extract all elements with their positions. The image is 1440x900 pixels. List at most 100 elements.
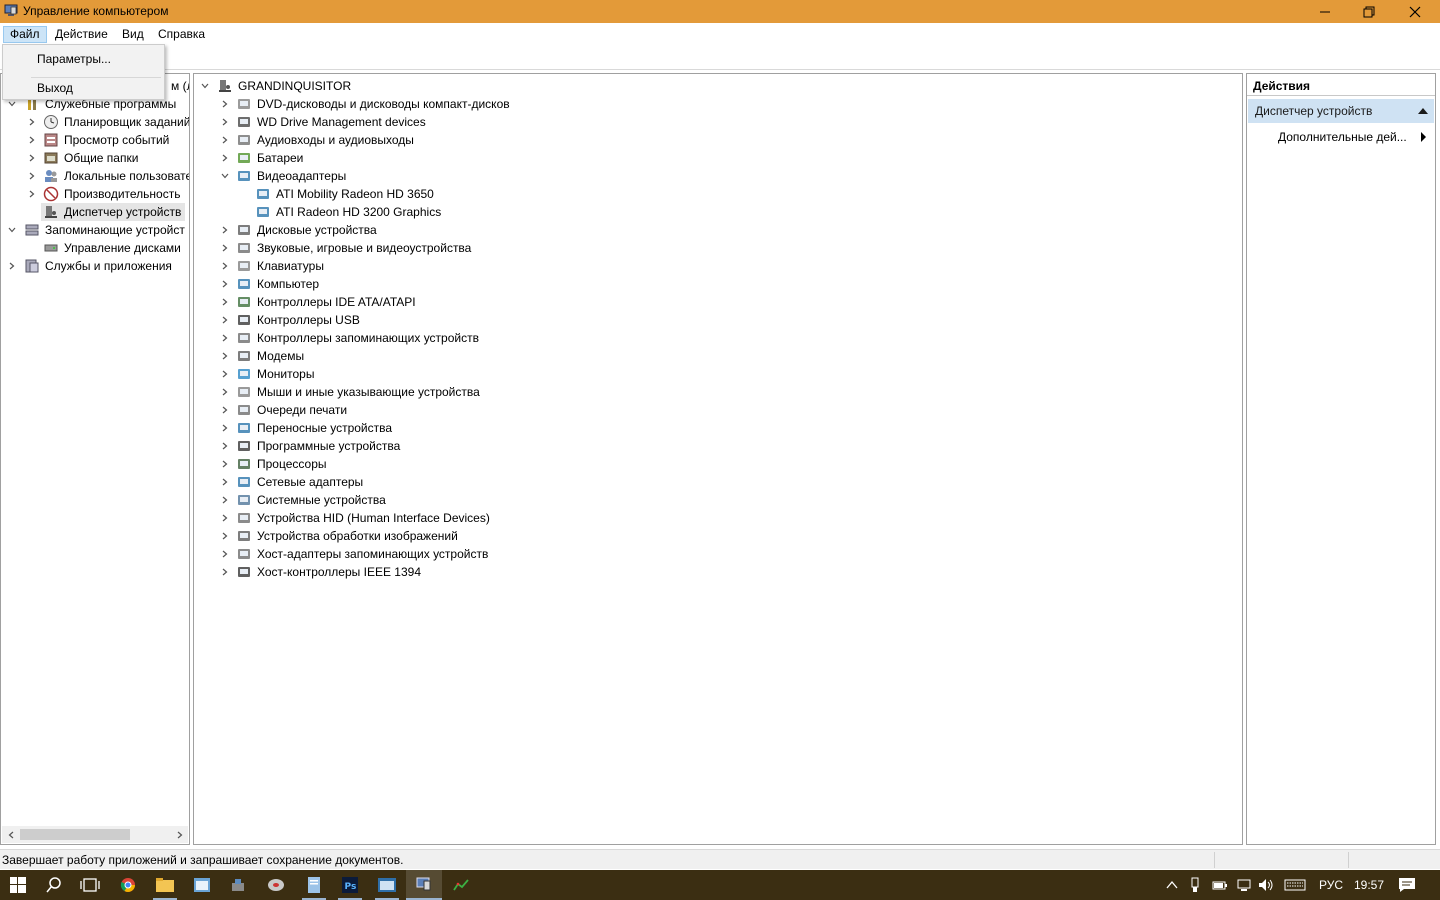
taskbar-computer-management[interactable] <box>406 870 442 900</box>
expand-toggle[interactable] <box>27 113 37 131</box>
expand-toggle[interactable] <box>220 383 230 401</box>
action-more-actions[interactable]: Дополнительные дей... <box>1278 128 1407 146</box>
menu-help[interactable]: Справка <box>152 26 211 43</box>
volume-tray-icon[interactable] <box>1258 878 1276 892</box>
expand-toggle[interactable] <box>27 131 37 149</box>
chart-app-icon <box>453 879 469 891</box>
taskbar-explorer[interactable] <box>147 870 183 900</box>
expand-toggle[interactable] <box>220 545 230 563</box>
expand-toggle[interactable] <box>220 437 230 455</box>
status-bar: Завершает работу приложений и запрашивае… <box>0 849 1440 869</box>
expand-toggle[interactable] <box>27 185 37 203</box>
performance-icon <box>43 186 59 202</box>
expand-toggle[interactable] <box>27 149 37 167</box>
tree-item-services-apps[interactable]: Службы и приложения <box>1 257 189 275</box>
chrome-icon <box>120 878 135 892</box>
minimize-button[interactable] <box>1302 0 1348 23</box>
printer-icon <box>238 405 250 415</box>
network-tray-icon[interactable] <box>1236 878 1254 892</box>
storage-icon <box>25 224 39 236</box>
expand-toggle[interactable] <box>220 149 230 167</box>
disc-app-icon <box>268 879 284 891</box>
search-button[interactable] <box>36 870 72 900</box>
restore-button[interactable] <box>1346 0 1392 23</box>
scroll-left-button[interactable] <box>2 826 19 843</box>
expand-toggle[interactable] <box>220 401 230 419</box>
menu-view[interactable]: Вид <box>116 26 150 43</box>
close-button[interactable] <box>1392 0 1438 23</box>
scroll-thumb[interactable] <box>20 829 130 840</box>
expand-toggle[interactable] <box>220 365 230 383</box>
taskbar-app-4[interactable] <box>296 870 332 900</box>
collapse-up-icon[interactable] <box>1418 108 1428 114</box>
expand-toggle[interactable] <box>200 77 210 95</box>
tree-item-disk-management[interactable]: Управление дисками <box>1 239 189 257</box>
usb-icon <box>238 315 250 325</box>
chevron-right-icon <box>222 424 228 432</box>
scroll-right-button[interactable] <box>171 826 188 843</box>
keyboard-tray-icon[interactable] <box>1284 878 1306 892</box>
start-button[interactable] <box>0 870 36 900</box>
taskbar-chrome[interactable] <box>110 870 146 900</box>
display-adapter-icon <box>257 207 269 217</box>
menu-item-options[interactable]: Параметры... <box>37 49 111 69</box>
tree-item-task-scheduler[interactable]: Планировщик заданий <box>1 113 189 131</box>
action-center-icon[interactable] <box>1398 877 1416 893</box>
tree-item-shared-folders[interactable]: Общие папки <box>1 149 189 167</box>
expand-toggle[interactable] <box>220 563 230 581</box>
expand-toggle[interactable] <box>220 275 230 293</box>
window-app-icon <box>194 878 210 892</box>
menu-file[interactable]: Файл <box>3 26 47 43</box>
device-label: Клавиатуры <box>257 259 324 273</box>
expand-toggle[interactable] <box>220 491 230 509</box>
menu-action[interactable]: Действие <box>49 26 114 43</box>
expand-toggle[interactable] <box>220 113 230 131</box>
shared-folder-icon <box>44 152 58 164</box>
tree-item-storage[interactable]: Запоминающие устройст <box>1 221 189 239</box>
expand-toggle[interactable] <box>7 257 17 275</box>
clock[interactable]: 19:57 <box>1354 878 1384 892</box>
actions-section-device-manager[interactable]: Диспетчер устройств <box>1248 99 1434 123</box>
taskbar-app-1[interactable] <box>184 870 220 900</box>
keyboard-icon <box>238 261 250 271</box>
taskbar-app-6[interactable] <box>443 870 479 900</box>
horizontal-scrollbar[interactable] <box>2 826 188 843</box>
expand-toggle[interactable] <box>220 455 230 473</box>
chevron-down-icon <box>8 101 16 107</box>
task-view-button[interactable] <box>72 870 108 900</box>
expand-toggle[interactable] <box>220 221 230 239</box>
modem-icon <box>238 351 250 361</box>
expand-toggle[interactable] <box>220 347 230 365</box>
expand-toggle[interactable] <box>220 167 230 185</box>
tree-item-local-users[interactable]: Локальные пользовате <box>1 167 189 185</box>
expand-toggle[interactable] <box>220 473 230 491</box>
taskbar-app-3[interactable] <box>258 870 294 900</box>
expand-toggle[interactable] <box>220 311 230 329</box>
network-adapter-icon <box>238 477 250 487</box>
expand-toggle[interactable] <box>7 221 17 239</box>
expand-toggle[interactable] <box>220 95 230 113</box>
expand-toggle[interactable] <box>220 527 230 545</box>
battery-tray-icon[interactable] <box>1212 878 1230 892</box>
tree-item-device-manager[interactable]: Диспетчер устройств <box>41 203 185 221</box>
device-label: Процессоры <box>257 457 327 471</box>
expand-toggle[interactable] <box>220 293 230 311</box>
expand-toggle[interactable] <box>220 239 230 257</box>
expand-toggle[interactable] <box>220 329 230 347</box>
usb-tray-icon[interactable] <box>1190 877 1200 893</box>
menu-item-exit[interactable]: Выход <box>37 78 73 98</box>
actions-section-label: Диспетчер устройств <box>1255 104 1373 118</box>
expand-toggle[interactable] <box>220 257 230 275</box>
show-hidden-icons-icon[interactable] <box>1166 880 1178 890</box>
tree-item-performance[interactable]: Производительность <box>1 185 189 203</box>
expand-toggle[interactable] <box>220 131 230 149</box>
taskbar-app-2[interactable] <box>220 870 256 900</box>
language-indicator[interactable]: РУС <box>1319 878 1343 892</box>
expand-toggle[interactable] <box>220 419 230 437</box>
expand-toggle[interactable] <box>27 167 37 185</box>
toolbar <box>0 44 1440 70</box>
expand-toggle[interactable] <box>220 509 230 527</box>
taskbar-photoshop[interactable]: Ps <box>332 870 368 900</box>
taskbar-app-5[interactable] <box>369 870 405 900</box>
tree-item-event-viewer[interactable]: Просмотр событий <box>1 131 189 149</box>
